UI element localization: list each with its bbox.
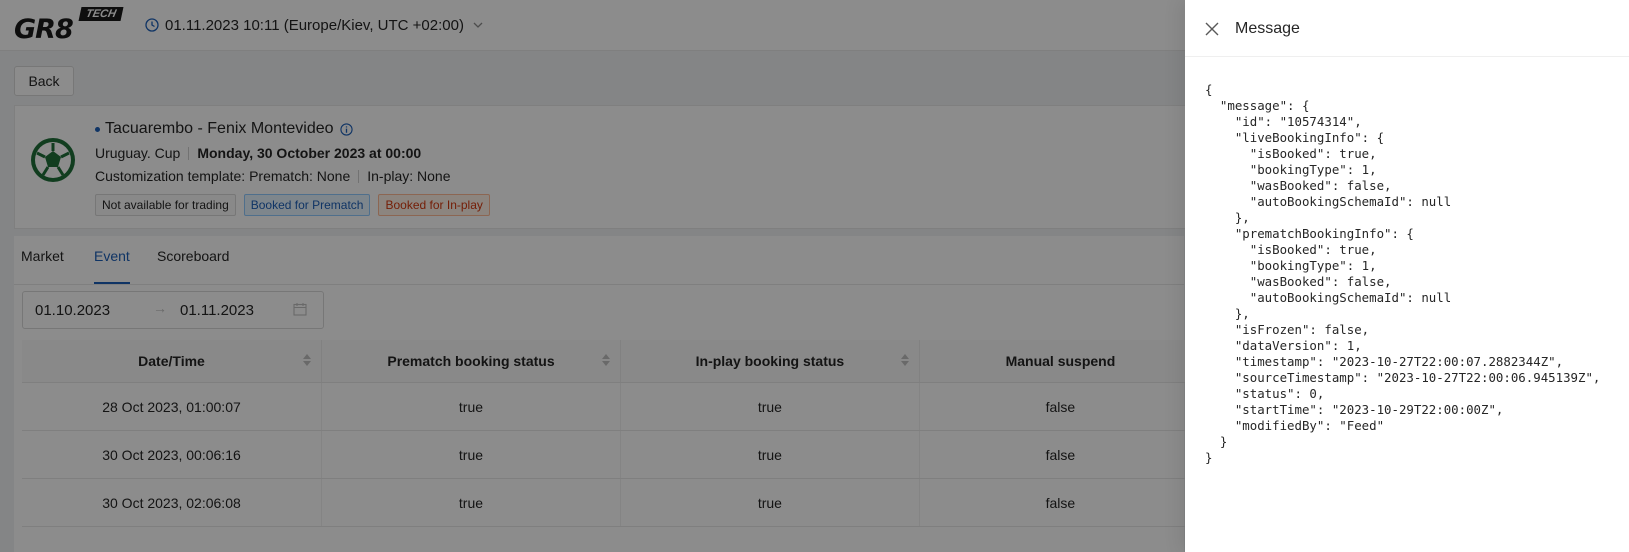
json-line: "status": 0, bbox=[1205, 386, 1325, 401]
json-line: "modifiedBy": "Feed" bbox=[1205, 418, 1385, 433]
json-line: "liveBookingInfo": { bbox=[1205, 130, 1385, 145]
message-json: { "message": { "id": "10574314", "liveBo… bbox=[1205, 82, 1600, 466]
json-line: }, bbox=[1205, 306, 1250, 321]
modal-backdrop[interactable] bbox=[0, 0, 1185, 552]
json-line: "isBooked": true, bbox=[1205, 242, 1377, 257]
json-line: "isBooked": true, bbox=[1205, 146, 1377, 161]
json-line: } bbox=[1205, 450, 1213, 465]
drawer-header: Message bbox=[1185, 0, 1629, 57]
json-line: "autoBookingSchemaId": null bbox=[1205, 290, 1452, 305]
app-root: GR8 TECH 01.11.2023 10:11 (Europe/Kiev, … bbox=[0, 0, 1629, 552]
json-line: "isFrozen": false, bbox=[1205, 322, 1370, 337]
json-line: "bookingType": 1, bbox=[1205, 258, 1377, 273]
json-line: "startTime": "2023-10-29T22:00:00Z", bbox=[1205, 402, 1504, 417]
json-line: "prematchBookingInfo": { bbox=[1205, 226, 1414, 241]
json-line: "dataVersion": 1, bbox=[1205, 338, 1362, 353]
json-line: { bbox=[1205, 82, 1213, 97]
drawer-title: Message bbox=[1235, 20, 1300, 37]
json-line: "id": "10574314", bbox=[1205, 114, 1362, 129]
json-line: "wasBooked": false, bbox=[1205, 178, 1392, 193]
json-line: "autoBookingSchemaId": null bbox=[1205, 194, 1452, 209]
json-line: "wasBooked": false, bbox=[1205, 274, 1392, 289]
json-line: "timestamp": "2023-10-27T22:00:07.288234… bbox=[1205, 354, 1564, 369]
close-icon[interactable] bbox=[1205, 22, 1219, 36]
json-line: } bbox=[1205, 434, 1228, 449]
json-line: "message": { bbox=[1205, 98, 1310, 113]
json-line: }, bbox=[1205, 210, 1250, 225]
json-line: "sourceTimestamp": "2023-10-27T22:00:06.… bbox=[1205, 370, 1601, 385]
message-drawer: Message { "message": { "id": "10574314",… bbox=[1185, 0, 1629, 552]
json-line: "bookingType": 1, bbox=[1205, 162, 1377, 177]
